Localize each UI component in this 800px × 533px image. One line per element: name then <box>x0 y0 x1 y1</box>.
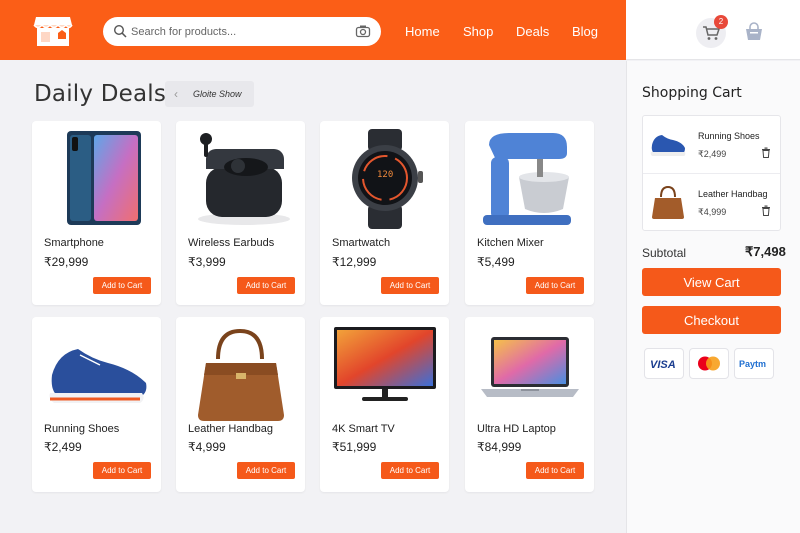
view-cart-button[interactable]: View Cart <box>642 268 781 296</box>
television-icon <box>334 327 436 401</box>
add-to-cart-button[interactable]: Add to Cart <box>526 462 584 479</box>
product-card-wireless-earbuds[interactable]: Wireless Earbuds ₹3,999 Add to Cart <box>176 121 305 305</box>
add-to-cart-button[interactable]: Add to Cart <box>93 462 151 479</box>
handbag-icon <box>652 185 684 219</box>
product-price: ₹5,499 <box>477 255 515 269</box>
store-logo-icon[interactable] <box>30 14 76 48</box>
product-card-leather-handbag[interactable]: Leather Handbag ₹4,999 Add to Cart <box>176 317 305 492</box>
laptop-icon <box>481 337 579 397</box>
paytm-text: Paytm <box>739 359 766 369</box>
nav-shop[interactable]: Shop <box>463 24 493 39</box>
product-card-running-shoes[interactable]: Running Shoes ₹2,499 Add to Cart <box>32 317 161 492</box>
search-input[interactable] <box>131 21 346 42</box>
shopping-cart-panel: Shopping Cart Running Shoes ₹2,499 Leath… <box>626 61 800 533</box>
nav-home[interactable]: Home <box>405 24 440 39</box>
svg-text:120: 120 <box>377 170 393 180</box>
add-to-cart-button[interactable]: Add to Cart <box>381 462 439 479</box>
product-name: Leather Handbag <box>188 423 274 435</box>
checkout-button[interactable]: Checkout <box>642 306 781 334</box>
add-to-cart-button[interactable]: Add to Cart <box>93 277 151 294</box>
search-icon[interactable] <box>113 24 128 39</box>
mastercard-badge <box>689 348 729 379</box>
trash-icon[interactable] <box>761 147 771 158</box>
search-bar[interactable] <box>103 17 381 46</box>
product-price: ₹12,999 <box>332 255 377 269</box>
paytm-badge: Paytm <box>734 348 774 379</box>
product-card-smart-tv[interactable]: 4K Smart TV ₹51,999 Add to Cart <box>320 317 449 492</box>
nav-deals[interactable]: Deals <box>516 24 549 39</box>
product-name: 4K Smart TV <box>332 423 395 435</box>
mastercard-icon <box>698 356 720 371</box>
product-price: ₹51,999 <box>332 440 377 454</box>
chevron-left-icon[interactable]: ‹ <box>174 87 178 101</box>
product-card-smartwatch[interactable]: 120 Smartwatch ₹12,999 Add to Cart <box>320 121 449 305</box>
trash-icon[interactable] <box>761 205 771 216</box>
product-price: ₹4,999 <box>188 440 226 454</box>
cart-item-name: Leather Handbag <box>698 189 768 199</box>
camera-search-icon[interactable] <box>355 24 371 39</box>
shopping-bag-icon[interactable] <box>744 22 764 42</box>
product-price: ₹29,999 <box>44 255 89 269</box>
product-card-smartphone[interactable]: Smartphone ₹29,999 Add to Cart <box>32 121 161 305</box>
product-card-laptop[interactable]: Ultra HD Laptop ₹84,999 Add to Cart <box>465 317 594 492</box>
paytm-icon: Paytm <box>739 359 766 369</box>
product-name: Running Shoes <box>44 423 120 435</box>
add-to-cart-button[interactable]: Add to Cart <box>526 277 584 294</box>
subtotal-value: ₹7,498 <box>745 244 786 259</box>
smartphone-icon <box>67 131 141 225</box>
filter-tag[interactable]: ‹ Gloite Show <box>165 81 254 107</box>
visa-badge: VISA <box>644 348 684 379</box>
handbag-icon <box>198 328 284 421</box>
product-name: Smartwatch <box>332 237 391 249</box>
sneaker-icon <box>49 347 147 403</box>
add-to-cart-button[interactable]: Add to Cart <box>381 277 439 294</box>
nav-blog[interactable]: Blog <box>572 24 598 39</box>
product-name: Kitchen Mixer <box>477 237 544 249</box>
cart-item-price: ₹4,999 <box>698 207 727 217</box>
cart-items-list: Running Shoes ₹2,499 Leather Handbag ₹4,… <box>642 115 781 231</box>
cart-item-name: Running Shoes <box>698 131 760 141</box>
page-title: Daily Deals <box>34 81 167 107</box>
product-card-kitchen-mixer[interactable]: Kitchen Mixer ₹5,499 Add to Cart <box>465 121 594 305</box>
product-price: ₹3,999 <box>188 255 226 269</box>
subtotal-label: Subtotal <box>642 246 687 260</box>
cart-count-badge: 2 <box>714 15 728 29</box>
product-price: ₹2,499 <box>44 440 82 454</box>
filter-tag-label: Gloite Show <box>193 89 242 99</box>
sneaker-icon <box>650 135 686 156</box>
product-name: Smartphone <box>44 237 104 249</box>
add-to-cart-button[interactable]: Add to Cart <box>237 462 295 479</box>
add-to-cart-button[interactable]: Add to Cart <box>237 277 295 294</box>
visa-icon: VISA <box>650 359 676 371</box>
product-price: ₹84,999 <box>477 440 522 454</box>
earbuds-icon <box>198 133 290 225</box>
visa-text: VISA <box>650 359 676 371</box>
product-name: Ultra HD Laptop <box>477 423 556 435</box>
cart-item-price: ₹2,499 <box>698 149 727 159</box>
smartwatch-icon: 120 <box>352 129 423 229</box>
cart-item[interactable]: Leather Handbag ₹4,999 <box>643 173 780 229</box>
cart-title: Shopping Cart <box>642 85 742 101</box>
cart-item[interactable]: Running Shoes ₹2,499 <box>643 116 780 172</box>
product-name: Wireless Earbuds <box>188 237 275 249</box>
stand-mixer-icon <box>483 133 571 225</box>
